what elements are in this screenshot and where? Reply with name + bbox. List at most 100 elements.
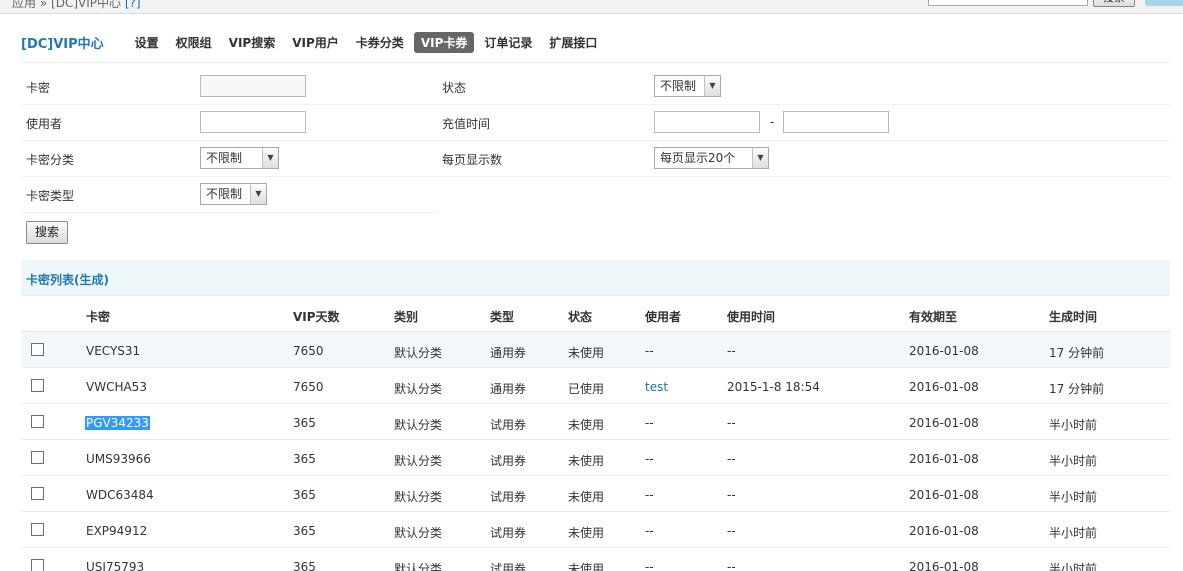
row-checkbox[interactable]	[31, 487, 44, 500]
cell-days: 365	[293, 524, 316, 538]
list-header: 卡密列表(生成)	[21, 260, 1170, 296]
table-row[interactable]: VECYS31 7650 默认分类 通用券 未使用 -- -- 2016-01-…	[21, 332, 1170, 368]
cell-created: 半小时前	[1049, 562, 1098, 571]
column-header-user: 使用者	[645, 310, 682, 324]
filter-row-user: 使用者	[21, 105, 437, 141]
column-header-status: 状态	[568, 310, 593, 324]
top-search-input[interactable]	[928, 0, 1088, 6]
cell-expires: 2016-01-08	[909, 560, 979, 571]
cell-code: USJ75793	[86, 560, 145, 571]
cell-category: 默认分类	[394, 490, 443, 504]
top-right-button[interactable]	[1145, 0, 1183, 6]
cell-created: 半小时前	[1049, 454, 1098, 468]
nav-item-extensions[interactable]: 扩展接口	[542, 32, 604, 53]
date-range-separator: -	[770, 115, 775, 129]
chevron-down-icon: ▼	[250, 184, 266, 204]
category-select-value: 不限制	[206, 151, 243, 165]
breadcrumb-root[interactable]: 应用	[12, 0, 36, 10]
cell-type: 试用券	[490, 418, 527, 432]
cell-used-at: --	[727, 416, 736, 430]
cell-user-link[interactable]: test	[645, 380, 668, 394]
breadcrumb-separator: »	[39, 0, 48, 10]
cell-user: --	[645, 344, 654, 358]
nav-item-vip-cards[interactable]: VIP卡券	[413, 31, 475, 53]
cell-code-selected: PGV34233	[85, 416, 150, 430]
row-checkbox[interactable]	[31, 451, 44, 464]
row-checkbox[interactable]	[31, 343, 44, 356]
cell-status: 已使用	[568, 382, 605, 396]
table-row[interactable]: WDC63484 365 默认分类 试用券 未使用 -- -- 2016-01-…	[21, 476, 1170, 512]
column-header-created: 生成时间	[1049, 310, 1098, 324]
card-code-input[interactable]	[200, 75, 306, 97]
cell-code: UMS93966	[86, 452, 151, 466]
recharge-from-input[interactable]	[654, 111, 760, 133]
cell-type: 试用券	[490, 490, 527, 504]
table-row[interactable]: PGV34233 365 默认分类 试用券 未使用 -- -- 2016-01-…	[21, 404, 1170, 440]
cell-user: --	[645, 488, 654, 502]
cell-used-at: --	[727, 488, 736, 502]
cell-expires: 2016-01-08	[909, 344, 979, 358]
cell-used-at: --	[727, 344, 736, 358]
status-select[interactable]: 不限制 ▼	[654, 75, 721, 97]
cell-type: 通用券	[490, 346, 527, 360]
cell-status: 未使用	[568, 346, 605, 360]
row-checkbox[interactable]	[31, 379, 44, 392]
top-search-button[interactable]: 搜索	[1093, 0, 1135, 7]
filter-row-category: 卡密分类 不限制 ▼	[21, 141, 437, 177]
cell-expires: 2016-01-08	[909, 380, 979, 394]
filter-label-type: 卡密类型	[26, 189, 75, 203]
nav-item-settings[interactable]: 设置	[128, 32, 166, 53]
filter-row-type: 卡密类型 不限制 ▼	[21, 177, 437, 213]
column-header-category: 类别	[394, 310, 419, 324]
search-button[interactable]: 搜索	[26, 221, 68, 244]
column-header-days: VIP天数	[293, 310, 340, 324]
table-row[interactable]: USJ75793 365 默认分类 试用券 未使用 -- -- 2016-01-…	[21, 548, 1170, 571]
type-select[interactable]: 不限制 ▼	[200, 183, 267, 205]
cell-category: 默认分类	[394, 346, 443, 360]
nav-item-permission-groups[interactable]: 权限组	[169, 32, 219, 53]
filter-label-status: 状态	[442, 81, 467, 95]
row-checkbox[interactable]	[31, 523, 44, 536]
cell-days: 365	[293, 416, 316, 430]
table-row[interactable]: UMS93966 365 默认分类 试用券 未使用 -- -- 2016-01-…	[21, 440, 1170, 476]
nav-item-card-categories[interactable]: 卡券分类	[349, 32, 411, 53]
breadcrumb-current: [DC]VIP中心	[51, 0, 121, 10]
per-page-select[interactable]: 每页显示20个 ▼	[654, 147, 769, 169]
plugin-brand[interactable]: [DC]VIP中心	[21, 33, 104, 52]
nav-item-orders[interactable]: 订单记录	[477, 32, 539, 53]
recharge-to-input[interactable]	[783, 111, 889, 133]
nav-item-vip-users[interactable]: VIP用户	[285, 32, 346, 53]
cell-expires: 2016-01-08	[909, 416, 979, 430]
cell-created: 半小时前	[1049, 418, 1098, 432]
nav-item-vip-search[interactable]: VIP搜索	[222, 32, 283, 53]
filter-label-user: 使用者	[26, 117, 63, 131]
category-select[interactable]: 不限制 ▼	[200, 147, 279, 169]
column-header-used-at: 使用时间	[727, 310, 776, 324]
table-row[interactable]: EXP94912 365 默认分类 试用券 未使用 -- -- 2016-01-…	[21, 512, 1170, 548]
top-bar: 应用 » [DC]VIP中心 [?] 搜索	[0, 0, 1183, 14]
list-title: 卡密列表(生成)	[26, 273, 109, 287]
breadcrumb-help-link[interactable]: [?]	[125, 0, 141, 10]
cell-status: 未使用	[568, 418, 605, 432]
cell-created: 17 分钟前	[1049, 346, 1105, 360]
cell-status: 未使用	[568, 562, 605, 571]
nav-divider	[21, 62, 1170, 63]
cell-type: 通用券	[490, 382, 527, 396]
table-row[interactable]: VWCHA53 7650 默认分类 通用券 已使用 test 2015-1-8 …	[21, 368, 1170, 404]
cell-type: 试用券	[490, 526, 527, 540]
cell-days: 7650	[293, 380, 324, 394]
row-checkbox[interactable]	[31, 559, 44, 571]
breadcrumb: 应用 » [DC]VIP中心 [?]	[12, 0, 141, 11]
cell-user: --	[645, 416, 654, 430]
column-header-expires: 有效期至	[909, 310, 958, 324]
cell-status: 未使用	[568, 490, 605, 504]
cell-expires: 2016-01-08	[909, 488, 979, 502]
row-checkbox[interactable]	[31, 415, 44, 428]
cell-user: --	[645, 524, 654, 538]
cell-code: WDC63484	[86, 488, 154, 502]
user-input[interactable]	[200, 111, 306, 133]
cell-used-at: 2015-1-8 18:54	[727, 380, 820, 394]
cell-used-at: --	[727, 560, 736, 571]
chevron-down-icon: ▼	[752, 148, 768, 168]
plugin-nav: [DC]VIP中心 设置 权限组 VIP搜索 VIP用户 卡券分类 VIP卡券 …	[21, 30, 607, 54]
